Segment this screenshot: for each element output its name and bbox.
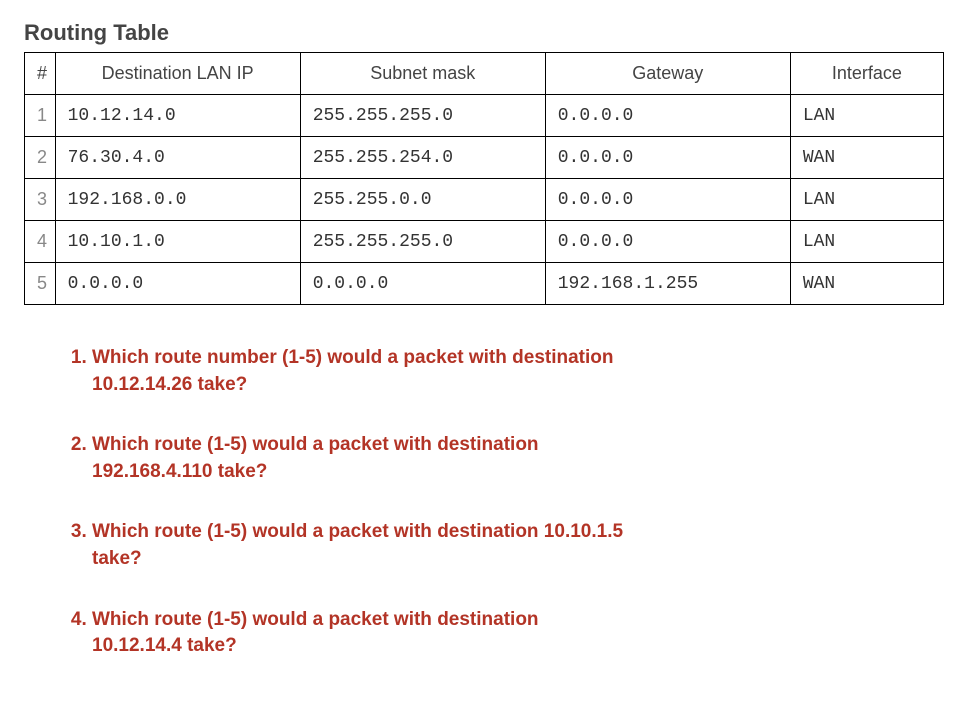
cell-mask: 255.255.255.0 [300, 221, 545, 263]
question-text: Which route (1-5) would a packet with de… [92, 521, 623, 569]
cell-iface: LAN [790, 179, 943, 221]
cell-gateway: 0.0.0.0 [545, 221, 790, 263]
question-item: Which route (1-5) would a packet with de… [92, 519, 624, 572]
cell-mask: 255.255.0.0 [300, 179, 545, 221]
cell-gateway: 0.0.0.0 [545, 179, 790, 221]
cell-dest: 192.168.0.0 [55, 179, 300, 221]
question-item: Which route (1-5) would a packet with de… [92, 432, 624, 485]
question-item: Which route number (1-5) would a packet … [92, 345, 624, 398]
cell-num: 1 [25, 95, 56, 137]
cell-dest: 10.12.14.0 [55, 95, 300, 137]
cell-dest: 0.0.0.0 [55, 263, 300, 305]
cell-num: 2 [25, 137, 56, 179]
cell-iface: LAN [790, 221, 943, 263]
routing-table: # Destination LAN IP Subnet mask Gateway… [24, 52, 944, 305]
cell-mask: 0.0.0.0 [300, 263, 545, 305]
question-text: Which route (1-5) would a packet with de… [92, 434, 539, 482]
table-row: 2 76.30.4.0 255.255.254.0 0.0.0.0 WAN [25, 137, 944, 179]
page-title: Routing Table [24, 20, 952, 46]
col-header-dest: Destination LAN IP [55, 53, 300, 95]
table-row: 3 192.168.0.0 255.255.0.0 0.0.0.0 LAN [25, 179, 944, 221]
cell-mask: 255.255.254.0 [300, 137, 545, 179]
question-text: Which route number (1-5) would a packet … [92, 347, 613, 395]
col-header-num: # [25, 53, 56, 95]
col-header-mask: Subnet mask [300, 53, 545, 95]
cell-num: 4 [25, 221, 56, 263]
table-row: 4 10.10.1.0 255.255.255.0 0.0.0.0 LAN [25, 221, 944, 263]
cell-gateway: 0.0.0.0 [545, 137, 790, 179]
cell-dest: 76.30.4.0 [55, 137, 300, 179]
question-item: Which route (1-5) would a packet with de… [92, 607, 624, 660]
cell-gateway: 192.168.1.255 [545, 263, 790, 305]
cell-dest: 10.10.1.0 [55, 221, 300, 263]
cell-iface: LAN [790, 95, 943, 137]
cell-num: 3 [25, 179, 56, 221]
table-row: 5 0.0.0.0 0.0.0.0 192.168.1.255 WAN [25, 263, 944, 305]
col-header-gateway: Gateway [545, 53, 790, 95]
table-header-row: # Destination LAN IP Subnet mask Gateway… [25, 53, 944, 95]
question-list: Which route number (1-5) would a packet … [64, 345, 624, 660]
cell-gateway: 0.0.0.0 [545, 95, 790, 137]
cell-mask: 255.255.255.0 [300, 95, 545, 137]
col-header-iface: Interface [790, 53, 943, 95]
cell-num: 5 [25, 263, 56, 305]
cell-iface: WAN [790, 263, 943, 305]
table-row: 1 10.12.14.0 255.255.255.0 0.0.0.0 LAN [25, 95, 944, 137]
cell-iface: WAN [790, 137, 943, 179]
question-text: Which route (1-5) would a packet with de… [92, 609, 539, 657]
